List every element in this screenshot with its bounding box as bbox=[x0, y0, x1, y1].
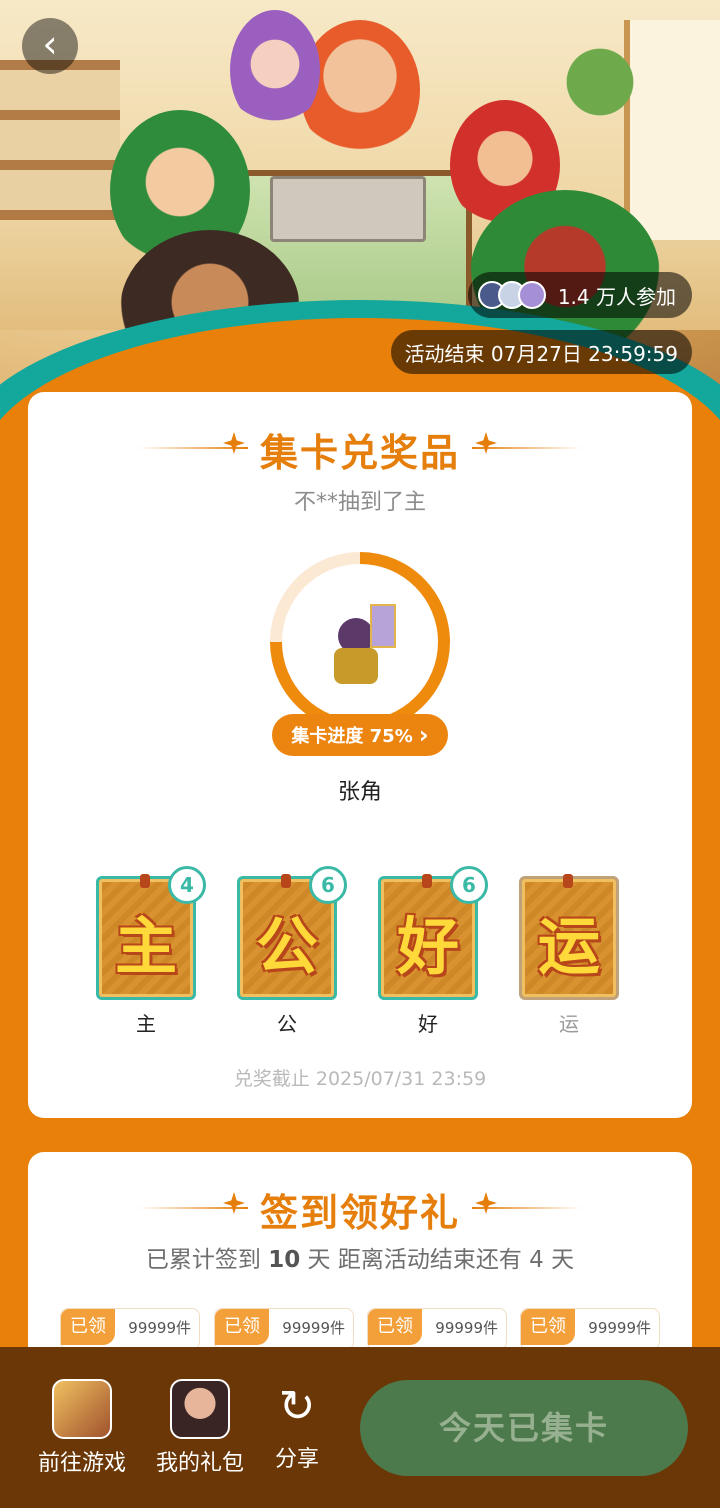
card-label: 运 bbox=[559, 1012, 579, 1036]
hero-banner: ‹ 1.4 万人参加 活动结束 07月27日 23:59:59 bbox=[0, 0, 720, 430]
share-button[interactable]: ↻ 分享 bbox=[262, 1379, 332, 1473]
signin-remaining-days: 4 bbox=[529, 1247, 544, 1273]
signin-reward-item[interactable]: 已领 99999件 bbox=[214, 1308, 354, 1350]
collected-today-button[interactable]: 今天已集卡 bbox=[360, 1380, 688, 1476]
collect-progress-button[interactable]: 集卡进度 75% › bbox=[272, 714, 448, 756]
activity-end-text: 活动结束 07月27日 23:59:59 bbox=[404, 341, 678, 366]
share-icon: ↻ bbox=[278, 1381, 316, 1432]
claimed-tag: 已领 bbox=[368, 1309, 422, 1345]
my-gift-label: 我的礼包 bbox=[155, 1451, 244, 1476]
collect-subtitle: 不**抽到了主 bbox=[293, 490, 426, 515]
collect-cards-panel: 集卡兑奖品 不**抽到了主 集卡进度 75% › 张角 主 4 主 公 6 公 … bbox=[28, 392, 692, 1118]
progress-ring-inner bbox=[282, 564, 438, 720]
card-glyph: 好 bbox=[396, 910, 459, 983]
signin-title: 签到领好礼 bbox=[259, 1191, 460, 1235]
my-gift-button[interactable]: 我的礼包 bbox=[150, 1379, 250, 1477]
pin-icon bbox=[422, 874, 432, 888]
gift-avatar-icon bbox=[170, 1379, 230, 1439]
title-deco-line bbox=[138, 1207, 248, 1209]
word-card-zhu[interactable]: 主 4 主 bbox=[96, 866, 206, 1036]
card-label: 主 bbox=[136, 1012, 156, 1036]
bookshelf-illustration bbox=[0, 60, 120, 220]
share-label: 分享 bbox=[274, 1447, 319, 1472]
claimed-tag: 已领 bbox=[61, 1309, 115, 1345]
signin-reward-item[interactable]: 已领 99999件 bbox=[367, 1308, 507, 1350]
sparkle-icon bbox=[475, 1192, 497, 1214]
signin-summary: 已累计签到 10 天 距离活动结束还有 4 天 bbox=[28, 1240, 692, 1274]
reward-count: 99999件 bbox=[588, 1319, 651, 1337]
pin-icon bbox=[140, 874, 150, 888]
castle-illustration bbox=[270, 176, 426, 242]
card-glyph: 运 bbox=[537, 910, 600, 983]
participants-count: 1.4 万人参加 bbox=[557, 284, 676, 309]
chevron-right-icon: › bbox=[418, 721, 429, 749]
card-label: 公 bbox=[277, 1012, 297, 1036]
plant-illustration bbox=[560, 10, 640, 130]
collect-title: 集卡兑奖品 bbox=[259, 431, 460, 475]
hero-character-illustration bbox=[230, 10, 320, 130]
progress-label: 集卡进度 75% bbox=[291, 726, 413, 747]
back-button[interactable]: ‹ bbox=[22, 18, 78, 74]
zhangjiao-character-icon bbox=[330, 604, 396, 684]
collect-section-title: 集卡兑奖品 bbox=[28, 422, 692, 477]
title-deco-line bbox=[472, 447, 582, 449]
activity-end-time: 活动结束 07月27日 23:59:59 bbox=[390, 330, 692, 374]
goto-game-button[interactable]: 前往游戏 bbox=[32, 1379, 132, 1477]
card-count-badge: 6 bbox=[450, 866, 488, 904]
card-glyph: 公 bbox=[255, 910, 318, 983]
card-count-badge: 6 bbox=[309, 866, 347, 904]
claimed-tag: 已领 bbox=[521, 1309, 575, 1345]
reward-count: 99999件 bbox=[282, 1319, 345, 1337]
participant-avatars bbox=[477, 281, 546, 309]
signin-reward-list: 已领 99999件 已领 99999件 已领 99999件 已领 99999件 bbox=[60, 1308, 680, 1350]
word-cards-row: 主 4 主 公 6 公 好 6 好 运 运 bbox=[96, 866, 656, 1036]
bottom-action-bar: 前往游戏 我的礼包 ↻ 分享 今天已集卡 bbox=[0, 1347, 720, 1508]
game-icon bbox=[52, 1379, 112, 1439]
title-deco-line bbox=[472, 1207, 582, 1209]
signin-days: 10 bbox=[268, 1247, 301, 1273]
participants-badge: 1.4 万人参加 bbox=[467, 272, 692, 318]
pin-icon bbox=[563, 874, 573, 888]
title-deco-line bbox=[138, 447, 248, 449]
signin-reward-item[interactable]: 已领 99999件 bbox=[520, 1308, 660, 1350]
signin-reward-item[interactable]: 已领 99999件 bbox=[60, 1308, 200, 1350]
signin-section-title: 签到领好礼 bbox=[28, 1182, 692, 1237]
reward-count: 99999件 bbox=[128, 1319, 191, 1337]
hero-character-illustration bbox=[300, 20, 420, 160]
character-name: 张角 bbox=[337, 780, 382, 805]
reward-count: 99999件 bbox=[435, 1319, 498, 1337]
card-label: 好 bbox=[418, 1012, 438, 1036]
sparkle-icon bbox=[223, 1192, 245, 1214]
signin-mid: 天 距离活动结束还有 bbox=[307, 1247, 522, 1273]
goto-game-label: 前往游戏 bbox=[37, 1451, 126, 1476]
avatar bbox=[517, 281, 546, 309]
word-card-gong[interactable]: 公 6 公 bbox=[237, 866, 347, 1036]
sparkle-icon bbox=[475, 432, 497, 454]
signin-prefix: 已累计签到 bbox=[145, 1247, 261, 1273]
signin-suffix: 天 bbox=[551, 1247, 575, 1273]
sparkle-icon bbox=[223, 432, 245, 454]
collect-progress-ring[interactable] bbox=[270, 552, 450, 732]
redeem-deadline: 兑奖截止 2025/07/31 23:59 bbox=[233, 1068, 487, 1090]
card-count-badge: 4 bbox=[168, 866, 206, 904]
pin-icon bbox=[281, 874, 291, 888]
claimed-tag: 已领 bbox=[215, 1309, 269, 1345]
word-card-yun[interactable]: 运 运 bbox=[519, 874, 619, 1036]
card-glyph: 主 bbox=[114, 910, 177, 983]
word-card-hao[interactable]: 好 6 好 bbox=[378, 866, 488, 1036]
